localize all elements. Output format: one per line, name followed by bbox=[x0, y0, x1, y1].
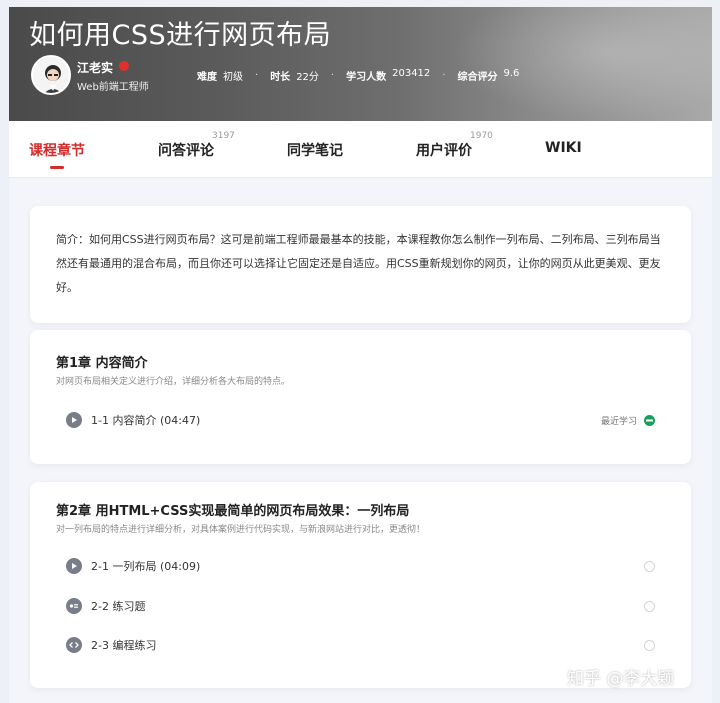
lesson-status-area bbox=[644, 600, 655, 612]
course-tabs: 课程章节 问答评论 3197 同学笔记 用户评价 1970 WIKI bbox=[9, 121, 712, 178]
lesson-label[interactable]: 2-2 练习题 bbox=[91, 598, 145, 614]
status-empty-icon bbox=[644, 639, 655, 651]
tab-wiki[interactable]: WIKI bbox=[545, 140, 582, 156]
stat-separator: · bbox=[255, 70, 259, 81]
tab-reviews-count: 1970 bbox=[470, 131, 493, 141]
stat-label: 学习人数 bbox=[346, 72, 387, 83]
quiz-icon bbox=[66, 598, 82, 614]
tab-qa-count: 3197 bbox=[212, 131, 235, 141]
lesson-label[interactable]: 2-3 编程练习 bbox=[91, 637, 156, 653]
course-title: 如何用CSS进行网页布局 bbox=[29, 20, 332, 51]
lesson-item[interactable]: 2-2 练习题 bbox=[66, 596, 655, 616]
chapter-desc: 对一列布局的特点进行详细分析，对具体案例进行代码实现，与新浪网站进行对比，更透彻… bbox=[56, 525, 426, 535]
stat-label: 时长 bbox=[270, 72, 291, 83]
play-icon bbox=[66, 558, 82, 574]
lesson-status-area bbox=[644, 639, 655, 651]
stat-duration: 时长 22分 bbox=[270, 68, 319, 83]
chapter-card: 第1章 内容简介 对网页布局相关定义进行介绍，详细分析各大布局的特点。 1-1 … bbox=[30, 330, 691, 464]
lesson-label[interactable]: 1-1 内容简介 (04:47) bbox=[91, 412, 200, 428]
lesson-label[interactable]: 2-1 一列布局 (04:09) bbox=[91, 558, 200, 574]
course-stats: 难度 初级 · 时长 22分 · 学习人数 203412 · 综合评分 9.6 bbox=[197, 68, 519, 83]
status-empty-icon bbox=[644, 600, 655, 612]
stat-learners: 学习人数 203412 bbox=[346, 68, 430, 83]
stat-rating: 综合评分 9.6 bbox=[457, 68, 519, 83]
tab-qa[interactable]: 问答评论 bbox=[158, 140, 214, 160]
lesson-status-area bbox=[644, 560, 655, 572]
course-intro-text: 简介：如何用CSS进行网页布局？这可是前端工程师最最基本的技能，本课程教你怎么制… bbox=[56, 233, 661, 294]
tab-notes[interactable]: 同学笔记 bbox=[287, 140, 343, 160]
lesson-item[interactable]: 2-1 一列布局 (04:09) bbox=[66, 556, 655, 576]
chapter-desc: 对网页布局相关定义进行介绍，详细分析各大布局的特点。 bbox=[56, 377, 291, 387]
status-done-icon bbox=[644, 414, 655, 426]
chapter-title: 第2章 用HTML+CSS实现最简单的网页布局效果：一列布局 bbox=[56, 504, 410, 519]
tab-reviews[interactable]: 用户评价 bbox=[416, 140, 472, 160]
stat-value: 22分 bbox=[296, 72, 319, 83]
stat-label: 综合评分 bbox=[457, 72, 498, 83]
stat-label: 难度 bbox=[197, 72, 217, 83]
tab-chapters[interactable]: 课程章节 bbox=[29, 140, 85, 160]
lesson-item[interactable]: 1-1 内容简介 (04:47) 最近学习 bbox=[66, 410, 655, 430]
stat-separator: · bbox=[330, 70, 335, 81]
course-banner: 如何用CSS进行网页布局 江老实 Web前端工程师 难度 初级 · 时长 22分 bbox=[9, 7, 712, 121]
stat-value: 9.6 bbox=[503, 68, 520, 79]
stat-value: 初级 bbox=[223, 72, 243, 83]
teacher-badge-icon bbox=[119, 61, 129, 71]
code-icon bbox=[66, 637, 82, 653]
watermark: 知乎 @李大颖 bbox=[567, 669, 675, 689]
teacher-name[interactable]: 江老实 bbox=[77, 59, 113, 76]
lesson-item[interactable]: 2-3 编程练习 bbox=[66, 635, 655, 655]
status-empty-icon bbox=[644, 560, 655, 572]
stat-difficulty: 难度 初级 bbox=[197, 68, 243, 83]
course-intro-card: 简介：如何用CSS进行网页布局？这可是前端工程师最最基本的技能，本课程教你怎么制… bbox=[30, 206, 691, 323]
recent-study-label: 最近学习 bbox=[600, 416, 637, 427]
teacher-title: Web前端工程师 bbox=[77, 82, 149, 93]
teacher-avatar[interactable] bbox=[31, 55, 71, 95]
active-tab-indicator bbox=[50, 166, 64, 169]
page-frame: 如何用CSS进行网页布局 江老实 Web前端工程师 难度 初级 · 时长 22分 bbox=[9, 7, 712, 703]
stat-value: 203412 bbox=[392, 68, 431, 79]
play-icon bbox=[66, 412, 82, 428]
stat-separator: · bbox=[442, 70, 446, 81]
lesson-status-area: 最近学习 bbox=[601, 414, 655, 427]
chapter-title: 第1章 内容简介 bbox=[56, 356, 148, 371]
chapter-card: 第2章 用HTML+CSS实现最简单的网页布局效果：一列布局 对一列布局的特点进… bbox=[30, 482, 691, 688]
